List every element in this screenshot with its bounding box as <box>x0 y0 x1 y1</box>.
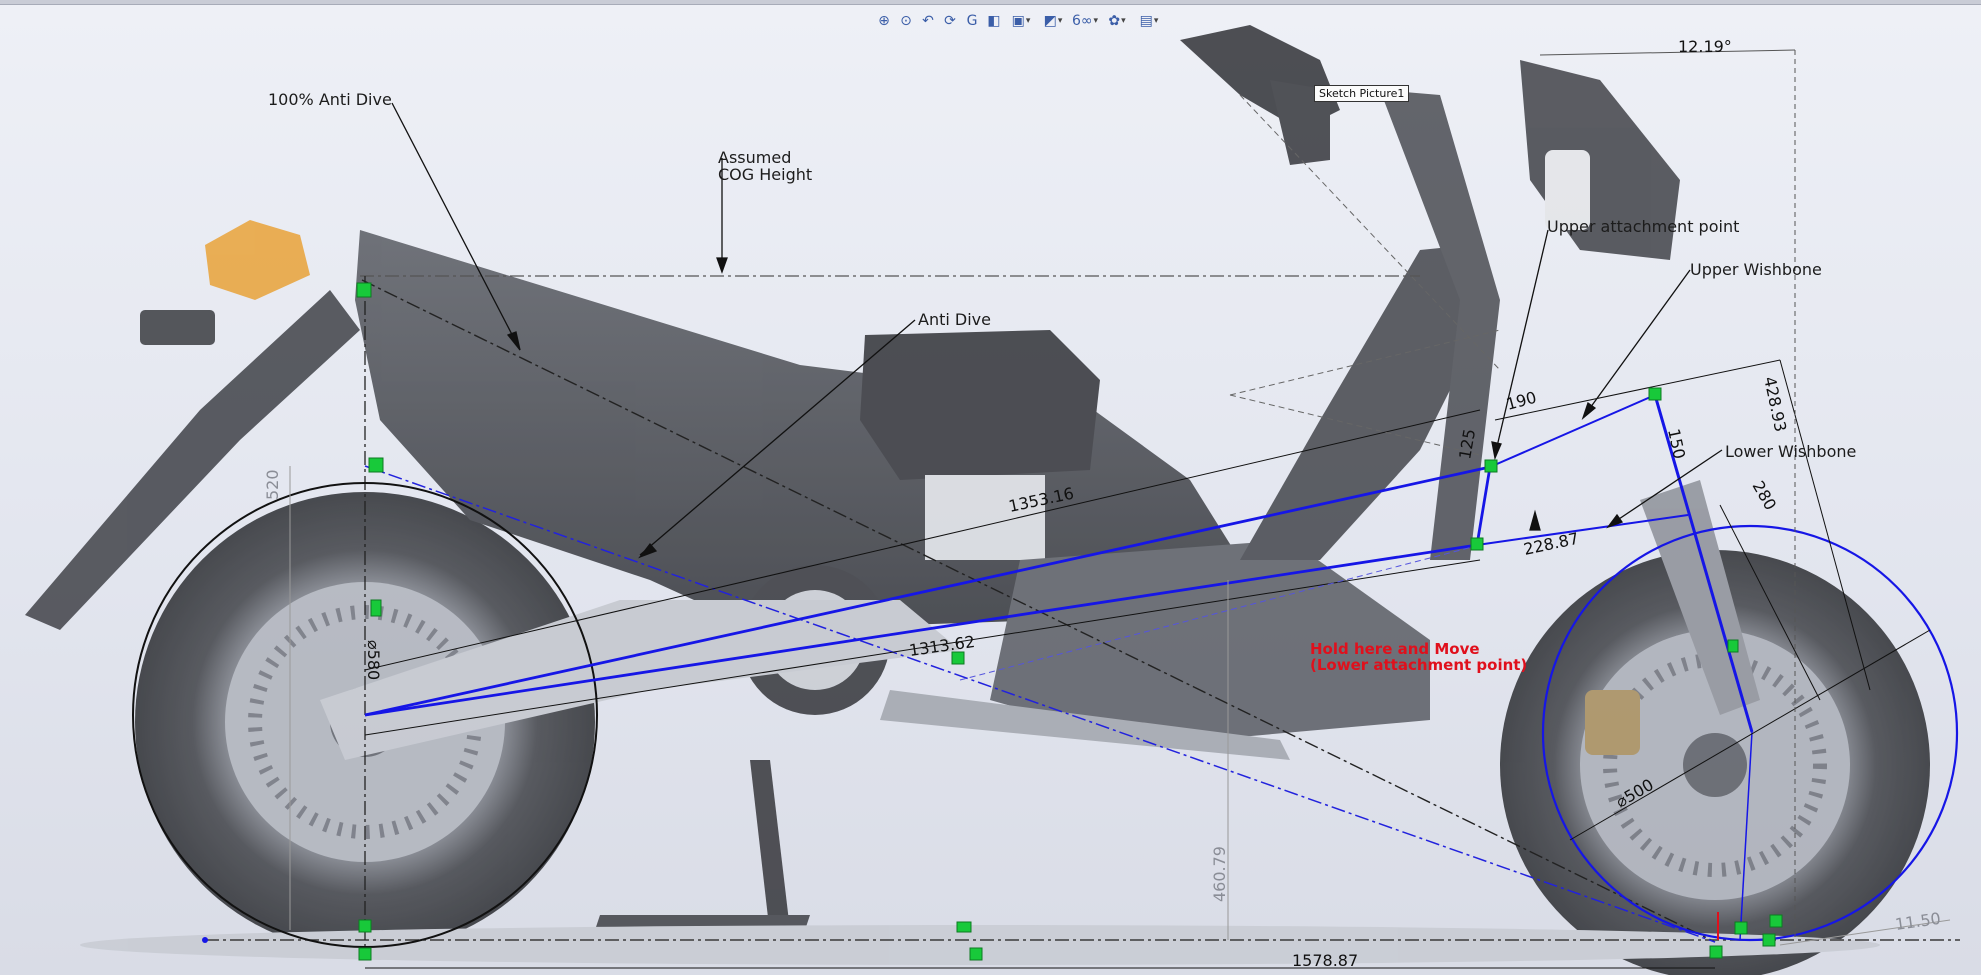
relation-marker[interactable] <box>1709 945 1723 959</box>
dimension-rear-diameter[interactable]: ⌀580 <box>364 640 383 680</box>
move-arrow-up <box>1529 509 1541 531</box>
label-cog-height: COG Height <box>718 165 812 184</box>
sketch-origin-point[interactable] <box>202 937 208 943</box>
label-upper-wishbone: Upper Wishbone <box>1690 260 1822 279</box>
relation-marker[interactable] <box>969 947 983 961</box>
arrow-upper-attachment <box>1491 441 1502 461</box>
sketch-picture-tooltip: Sketch Picture1 <box>1314 85 1410 102</box>
arrow-upper-wishbone <box>1581 401 1597 420</box>
label-100-anti-dive: 100% Anti Dive <box>268 90 392 109</box>
dimension-228-87[interactable]: 228.87 <box>1522 529 1581 559</box>
dimension-1578-87[interactable]: 1578.87 <box>1292 951 1358 970</box>
leader-upper-wishbone <box>1584 269 1691 416</box>
label-upper-attachment: Upper attachment point <box>1547 217 1739 236</box>
relation-marker[interactable] <box>1734 921 1748 935</box>
motorcycle-sketch-picture <box>25 25 1930 975</box>
relation-marker[interactable] <box>368 457 384 473</box>
dimension-angle[interactable]: 12.19° <box>1678 37 1732 56</box>
sketch-canvas[interactable]: 100% Anti Dive Assumed COG Height Anti D… <box>0 0 1981 975</box>
lower-attachment-point[interactable] <box>1470 537 1484 551</box>
angle-arc-line <box>1539 49 1796 56</box>
arrow-cog <box>716 257 728 274</box>
label-anti-dive: Anti Dive <box>918 310 991 329</box>
dimension-460-79[interactable]: 460.79 <box>1210 846 1229 902</box>
relation-marker[interactable] <box>358 947 372 961</box>
relation-marker[interactable] <box>956 921 972 933</box>
relation-marker[interactable] <box>356 282 372 298</box>
relation-marker[interactable] <box>1769 914 1783 928</box>
relation-marker[interactable] <box>1648 387 1662 401</box>
relation-marker[interactable] <box>358 919 372 933</box>
center-stand <box>750 760 790 935</box>
relation-marker[interactable] <box>370 599 382 617</box>
label-lower-attachment[interactable]: (Lower attachment point) <box>1310 656 1527 674</box>
dimension-428-93[interactable]: 428.93 <box>1760 375 1790 434</box>
label-lower-wishbone: Lower Wishbone <box>1725 442 1856 461</box>
dim-line-428 <box>1494 359 1781 421</box>
relation-marker[interactable] <box>1727 639 1739 653</box>
fuel-tank <box>860 330 1100 480</box>
upper-attachment-point[interactable] <box>1484 459 1498 473</box>
leader-upper-attachment <box>1494 229 1549 456</box>
dimension-150[interactable]: 150 <box>1664 427 1689 461</box>
front-caliper <box>1585 690 1640 755</box>
tail-light <box>205 220 310 300</box>
dimension-280[interactable]: 280 <box>1749 478 1781 514</box>
dimension-520[interactable]: 520 <box>263 469 282 500</box>
air-filter <box>925 475 1045 560</box>
license-mount <box>140 310 215 345</box>
relation-marker[interactable] <box>1762 933 1776 947</box>
dimension-11-50[interactable]: 11.50 <box>1894 909 1942 934</box>
graphics-area[interactable]: ⊕⊙↶⟳G◧▣◩6∞✿▤ <box>0 0 1981 975</box>
